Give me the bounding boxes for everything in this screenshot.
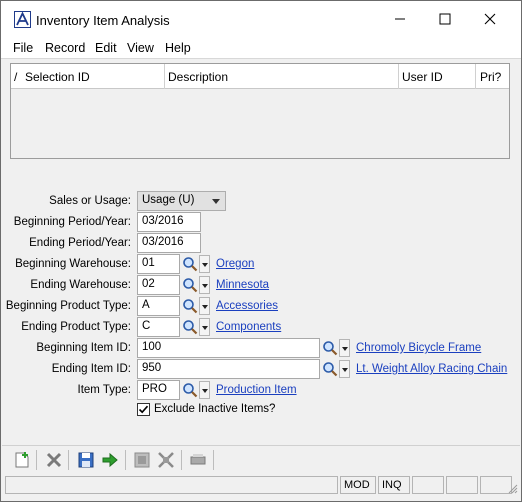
lookup-search-icon[interactable] (182, 298, 198, 314)
menu-view[interactable]: View (127, 41, 154, 55)
beginning-warehouse-link[interactable]: Oregon (216, 258, 254, 270)
checkmark-icon (138, 405, 149, 414)
beginning-item-input[interactable]: 100 (137, 338, 320, 358)
maximize-button[interactable] (422, 1, 468, 37)
beginning-period-input[interactable]: 03/2016 (137, 212, 201, 232)
column-description[interactable]: Description (168, 70, 228, 84)
ending-item-label: Ending Item ID: (51, 363, 131, 375)
status-bar: MOD INQ (2, 474, 520, 496)
status-panel (412, 476, 444, 494)
close-icon (484, 13, 496, 25)
beginning-item-link[interactable]: Chromoly Bicycle Frame (356, 342, 481, 354)
status-mode: MOD (340, 476, 376, 494)
lookup-search-icon[interactable] (182, 277, 198, 293)
exclude-inactive-checkbox[interactable] (137, 403, 150, 416)
ending-warehouse-label: Ending Warehouse: (30, 279, 131, 291)
maximize-icon (439, 13, 451, 25)
delete-icon[interactable] (44, 450, 64, 470)
beginning-item-label: Beginning Item ID: (36, 342, 131, 354)
ending-item-input[interactable]: 950 (137, 359, 320, 379)
menu-record[interactable]: Record (45, 41, 85, 55)
sort-marker: / (14, 70, 18, 84)
lookup-dropdown-button[interactable] (199, 255, 210, 273)
app-window: Inventory Item Analysis File Record Edit… (0, 0, 522, 502)
close-button[interactable] (467, 1, 513, 37)
column-pri[interactable]: Pri? (480, 70, 501, 84)
beginning-warehouse-input[interactable]: 01 (137, 254, 180, 274)
item-type-link[interactable]: Production Item (216, 384, 297, 396)
title-bar: Inventory Item Analysis (1, 1, 521, 37)
print-icon[interactable] (188, 450, 208, 470)
chevron-down-icon (212, 199, 220, 204)
grid-header: / Selection ID Description User ID Pri? (11, 64, 509, 89)
sales-usage-label: Sales or Usage: (49, 195, 131, 207)
app-logo-icon (14, 11, 31, 28)
first-icon[interactable] (132, 450, 152, 470)
lookup-dropdown-button[interactable] (199, 318, 210, 336)
ending-period-input[interactable]: 03/2016 (137, 233, 201, 253)
column-divider[interactable] (398, 64, 399, 89)
minimize-button[interactable] (377, 1, 423, 37)
menu-help[interactable]: Help (165, 41, 191, 55)
menu-file[interactable]: File (13, 41, 33, 55)
lookup-dropdown-button[interactable] (339, 339, 350, 357)
ending-item-link[interactable]: Lt. Weight Alloy Racing Chain (356, 363, 507, 375)
resize-grip-icon[interactable] (508, 484, 518, 494)
status-message-panel (5, 476, 338, 494)
column-divider[interactable] (475, 64, 476, 89)
column-divider[interactable] (164, 64, 165, 89)
lookup-dropdown-button[interactable] (339, 360, 350, 378)
toolbar-separator (36, 450, 37, 470)
lookup-search-icon[interactable] (182, 382, 198, 398)
next-icon[interactable] (100, 450, 120, 470)
new-icon[interactable] (12, 450, 32, 470)
status-inq: INQ (378, 476, 410, 494)
beginning-period-label: Beginning Period/Year: (13, 216, 131, 228)
toolbar-separator (213, 450, 214, 470)
ending-warehouse-link[interactable]: Minnesota (216, 279, 269, 291)
ending-product-type-input[interactable]: C (137, 317, 180, 337)
sales-usage-select[interactable]: Usage (U) (137, 191, 226, 211)
menu-edit[interactable]: Edit (95, 41, 117, 55)
beginning-product-type-label: Beginning Product Type: (5, 300, 131, 312)
toolbar-separator (181, 450, 182, 470)
lookup-dropdown-button[interactable] (199, 276, 210, 294)
toolbar-separator (125, 450, 126, 470)
menu-bar: File Record Edit View Help (1, 37, 521, 59)
column-user-id[interactable]: User ID (402, 70, 443, 84)
ending-warehouse-input[interactable]: 02 (137, 275, 180, 295)
lookup-dropdown-button[interactable] (199, 381, 210, 399)
beginning-product-type-input[interactable]: A (137, 296, 180, 316)
toolbar (2, 445, 520, 473)
beginning-product-type-link[interactable]: Accessories (216, 300, 278, 312)
item-type-label: Item Type: (77, 384, 131, 396)
toolbar-separator (68, 450, 69, 470)
lookup-search-icon[interactable] (322, 361, 338, 377)
beginning-warehouse-label: Beginning Warehouse: (15, 258, 131, 270)
column-selection-id[interactable]: Selection ID (25, 70, 90, 84)
window-title: Inventory Item Analysis (36, 13, 170, 28)
exclude-inactive-label: Exclude Inactive Items? (154, 403, 276, 415)
minimize-icon (395, 18, 405, 20)
ending-product-type-link[interactable]: Components (216, 321, 281, 333)
lookup-search-icon[interactable] (182, 319, 198, 335)
ending-period-label: Ending Period/Year: (29, 237, 131, 249)
lookup-dropdown-button[interactable] (199, 297, 210, 315)
item-type-input[interactable]: PRO (137, 380, 180, 400)
lookup-search-icon[interactable] (322, 340, 338, 356)
lookup-search-icon[interactable] (182, 256, 198, 272)
ending-product-type-label: Ending Product Type: (21, 321, 131, 333)
save-icon[interactable] (76, 450, 96, 470)
status-panel (446, 476, 478, 494)
selection-grid[interactable]: / Selection ID Description User ID Pri? (10, 63, 510, 159)
last-icon[interactable] (156, 450, 176, 470)
